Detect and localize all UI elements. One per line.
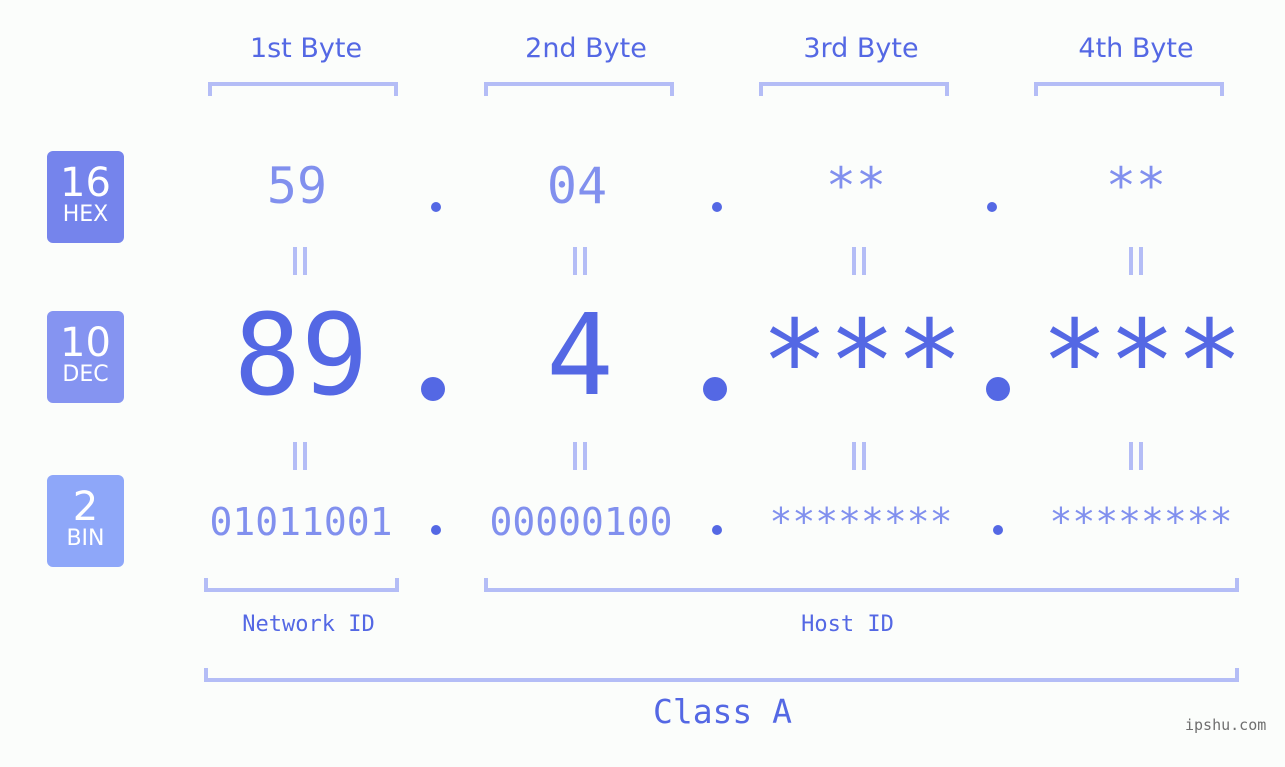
bin-value-1: 01011001 (209, 500, 393, 544)
network-id-bracket (204, 578, 399, 592)
equals-icon (1129, 247, 1143, 275)
bin-value-3: ******** (769, 500, 953, 544)
equals-icon (852, 442, 866, 470)
dec-value-3: *** (760, 297, 964, 427)
equals-icon (852, 247, 866, 275)
dec-separator-dot-3 (986, 377, 1010, 401)
equals-icon (293, 247, 307, 275)
bin-value-2: 00000100 (489, 500, 673, 544)
hex-value-2: 04 (546, 157, 608, 215)
class-label: Class A (652, 692, 793, 731)
hex-value-4: ** (1105, 157, 1167, 215)
dec-badge: 10 DEC (47, 311, 124, 403)
dec-label: DEC (62, 362, 109, 387)
bin-separator-dot-1 (431, 525, 441, 535)
dec-value-2: 4 (546, 291, 614, 421)
byte-header-4: 4th Byte (1078, 33, 1194, 64)
host-id-bracket (484, 578, 1239, 592)
byte-bracket-2 (484, 82, 674, 96)
byte-header-2: 2nd Byte (525, 33, 647, 64)
watermark: ipshu.com (1185, 716, 1267, 734)
byte-header-1: 1st Byte (249, 33, 363, 64)
bin-separator-dot-2 (712, 525, 722, 535)
bin-base: 2 (72, 484, 99, 530)
equals-icon (293, 442, 307, 470)
host-id-label: Host ID (801, 612, 894, 637)
dec-value-1: 89 (233, 291, 369, 421)
equals-icon (1129, 442, 1143, 470)
dec-separator-dot-2 (703, 377, 727, 401)
byte-header-3: 3rd Byte (803, 33, 919, 64)
dec-value-4: *** (1040, 297, 1244, 427)
byte-bracket-3 (759, 82, 949, 96)
dec-base: 10 (60, 320, 111, 366)
bin-label: BIN (66, 526, 105, 551)
equals-icon (573, 247, 587, 275)
dec-separator-dot-1 (421, 377, 445, 401)
hex-badge: 16 HEX (47, 151, 124, 243)
hex-value-3: ** (825, 157, 887, 215)
equals-icon (573, 442, 587, 470)
network-id-label: Network ID (242, 612, 375, 637)
byte-bracket-1 (208, 82, 398, 96)
hex-base: 16 (60, 160, 111, 206)
hex-separator-dot-1 (431, 202, 441, 212)
bin-badge: 2 BIN (47, 475, 124, 567)
hex-separator-dot-2 (712, 202, 722, 212)
hex-label: HEX (62, 202, 109, 227)
bin-separator-dot-3 (993, 525, 1003, 535)
hex-separator-dot-3 (987, 202, 997, 212)
class-bracket (204, 668, 1239, 682)
byte-bracket-4 (1034, 82, 1224, 96)
hex-value-1: 59 (266, 157, 328, 215)
bin-value-4: ******** (1049, 500, 1233, 544)
